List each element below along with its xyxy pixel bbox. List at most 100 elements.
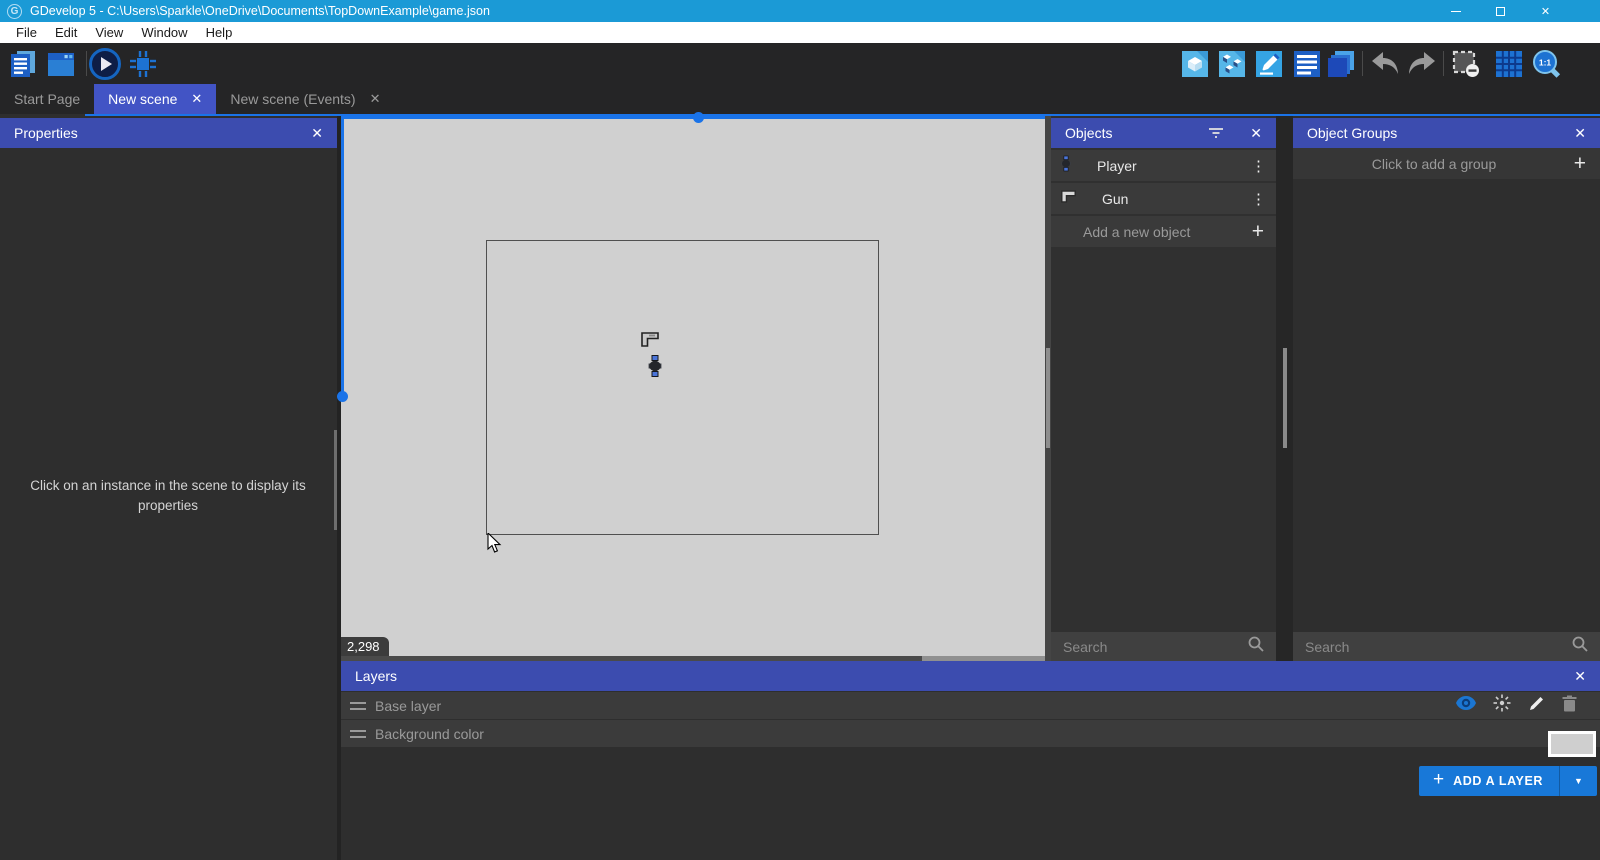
filter-icon[interactable] [1208,127,1224,139]
minimize-icon [1450,10,1461,12]
menu-file[interactable]: File [7,22,46,43]
tab-start-page[interactable]: Start Page [0,84,94,114]
menu-bar: File Edit View Window Help [0,22,1600,43]
object-groups-header: Object Groups ✕ [1293,118,1600,148]
close-icon[interactable]: ✕ [1574,125,1586,142]
layers-toolbar-icon[interactable] [1324,47,1358,81]
player-instance[interactable] [648,355,662,382]
layer-visibility-icon[interactable] [1456,696,1476,715]
properties-header: Properties ✕ [0,118,337,148]
maximize-button[interactable] [1478,0,1523,22]
scene-editor-canvas[interactable]: 2,298 [337,112,1045,657]
search-icon [1248,636,1264,657]
object-menu-icon[interactable]: ⋮ [1251,190,1266,208]
properties-title: Properties [14,125,78,141]
canvas-vscroll-indicator[interactable] [341,116,344,398]
canvas-vscroll-thumb[interactable] [337,391,348,402]
objects-panel: Objects ✕ Player ⋮ Gun ⋮ Add a new objec… [1051,116,1276,661]
toolbar-separator [1362,51,1363,76]
gun-instance[interactable] [641,332,659,352]
object-row-gun[interactable]: Gun ⋮ [1051,183,1276,214]
title-bar: G GDevelop 5 - C:\Users\Sparkle\OneDrive… [0,0,1600,22]
project-manager-icon[interactable] [6,47,40,81]
add-new-object-button[interactable]: Add a new object + [1051,216,1276,247]
properties-panel: Properties ✕ Click on an instance in the… [0,116,337,860]
start-page-icon[interactable] [44,47,78,81]
layer-effects-icon[interactable] [1493,694,1511,717]
redo-icon[interactable] [1405,47,1439,81]
close-icon[interactable]: ✕ [311,125,323,142]
objects-search-input[interactable] [1063,638,1248,655]
tab-new-scene[interactable]: New scene ✕ [94,84,217,114]
add-icon: + [1251,220,1264,243]
layer-delete-icon[interactable] [1562,695,1577,717]
menu-help[interactable]: Help [197,22,242,43]
menu-window[interactable]: Window [132,22,196,43]
edit-scene-properties-icon[interactable] [1252,47,1286,81]
object-groups-icon[interactable] [1215,47,1249,81]
tab-close-icon[interactable]: ✕ [191,91,202,107]
panel-divider[interactable] [1276,116,1293,661]
groups-search-bar [1293,632,1600,661]
scene-window-bounds [486,240,879,535]
object-menu-icon[interactable]: ⋮ [1251,157,1266,175]
scrollbar-thumb[interactable] [1283,348,1287,448]
menu-edit[interactable]: Edit [46,22,86,43]
add-a-layer-button[interactable]: + ADD A LAYER ▼ [1419,766,1597,796]
maximize-icon [1496,6,1505,16]
object-groups-title: Object Groups [1307,125,1398,141]
cursor-coordinates-badge: 2,298 [341,637,389,657]
scrollbar-thumb[interactable] [1046,348,1050,448]
gdevelop-logo-icon: G [7,3,22,19]
instances-list-icon[interactable] [1290,47,1324,81]
window-title: GDevelop 5 - C:\Users\Sparkle\OneDrive\D… [30,4,490,18]
objects-header: Objects ✕ [1051,118,1276,148]
properties-empty-message: Click on an instance in the scene to dis… [30,478,306,514]
window-controls: ✕ [1433,0,1568,22]
background-color-swatch[interactable] [1548,731,1596,757]
layer-edit-icon[interactable] [1528,695,1545,717]
editor-tab-bar: Start Page New scene ✕ New scene (Events… [0,84,1600,114]
tab-new-scene-events[interactable]: New scene (Events) ✕ [216,84,394,114]
groups-search-input[interactable] [1305,638,1572,655]
layer-row-base[interactable]: Base layer [341,692,1600,719]
toggle-grid-icon[interactable] [1492,47,1526,81]
add-object-icon[interactable] [1178,47,1212,81]
close-icon: ✕ [1540,5,1551,18]
dropdown-arrow-icon[interactable]: ▼ [1559,766,1597,796]
toolbar-separator [86,51,87,76]
mouse-cursor [487,531,503,560]
search-icon [1572,636,1588,657]
preview-play-icon[interactable] [88,47,122,81]
object-row-player[interactable]: Player ⋮ [1051,150,1276,181]
clear-selection-icon[interactable] [1449,47,1483,81]
canvas-hscroll-thumb[interactable] [693,112,704,123]
close-button[interactable]: ✕ [1523,0,1568,22]
gun-thumbnail-icon [1061,189,1076,208]
menu-view[interactable]: View [86,22,132,43]
objects-title: Objects [1065,125,1113,141]
add-group-button[interactable]: Click to add a group + [1293,148,1600,179]
objects-search-bar [1051,632,1276,661]
layers-panel: Layers ✕ Base layer Background color + A… [341,661,1600,860]
add-icon: + [1433,769,1445,790]
object-groups-panel: Object Groups ✕ Click to add a group + [1293,116,1600,661]
minimize-button[interactable] [1433,0,1478,22]
debugger-icon[interactable] [126,47,160,81]
tab-close-icon[interactable]: ✕ [370,91,381,107]
layer-row-background-color[interactable]: Background color [341,720,1600,757]
drag-handle-icon[interactable] [350,701,366,710]
close-icon[interactable]: ✕ [1574,668,1586,685]
layers-title: Layers [355,668,398,684]
layers-header: Layers ✕ [341,661,1600,691]
toolbar: 1:1 [0,43,1600,84]
toolbar-separator [1443,51,1444,76]
player-thumbnail-icon [1061,155,1071,177]
svg-text:1:1: 1:1 [1539,58,1552,68]
add-icon: + [1573,152,1586,175]
gdevelop-window: G GDevelop 5 - C:\Users\Sparkle\OneDrive… [0,0,1600,860]
close-icon[interactable]: ✕ [1250,125,1262,142]
zoom-1-1-icon[interactable]: 1:1 [1530,47,1564,81]
drag-handle-icon[interactable] [350,729,366,738]
undo-icon[interactable] [1368,47,1402,81]
